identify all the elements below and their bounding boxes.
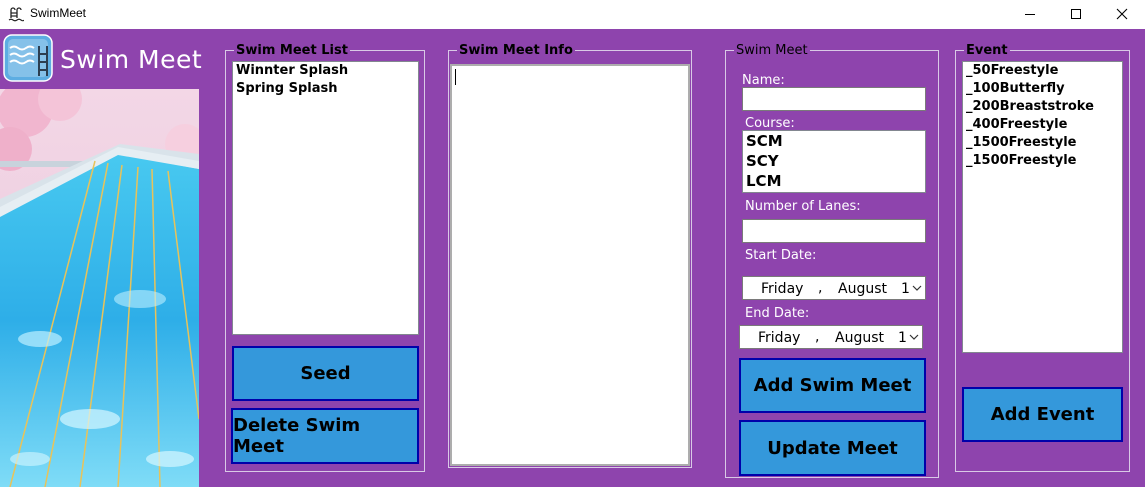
swim-meet-form-legend: Swim Meet bbox=[734, 43, 810, 58]
lanes-label: Number of Lanes: bbox=[745, 199, 861, 214]
close-button[interactable] bbox=[1099, 0, 1145, 29]
end-day: Friday bbox=[758, 330, 801, 346]
delete-swim-meet-button[interactable]: Delete Swim Meet bbox=[231, 408, 419, 464]
start-date-label: Start Date: bbox=[745, 248, 817, 263]
end-date-label: End Date: bbox=[745, 306, 810, 321]
list-item[interactable]: _400Freestyle bbox=[963, 116, 1122, 134]
course-listbox[interactable]: SCM SCY LCM bbox=[742, 130, 926, 193]
start-month: August bbox=[838, 281, 887, 297]
event-listbox[interactable]: _50Freestyle _100Butterfly _200Breaststr… bbox=[962, 61, 1123, 353]
swim-meet-listbox[interactable]: Winnter Splash Spring Splash bbox=[232, 61, 419, 335]
course-label: Course: bbox=[745, 116, 795, 131]
maximize-icon bbox=[1071, 9, 1081, 19]
app-icon bbox=[8, 7, 24, 22]
chevron-down-icon[interactable] bbox=[909, 334, 919, 341]
chevron-down-icon[interactable] bbox=[912, 285, 922, 292]
text-caret bbox=[455, 69, 456, 85]
list-item[interactable]: _100Butterfly bbox=[963, 80, 1122, 98]
name-field[interactable] bbox=[742, 87, 926, 111]
course-option-lcm[interactable]: LCM bbox=[743, 171, 925, 191]
update-meet-button[interactable]: Update Meet bbox=[739, 420, 926, 476]
lanes-field[interactable] bbox=[742, 219, 926, 243]
list-item[interactable]: _200Breaststroke bbox=[963, 98, 1122, 116]
name-label: Name: bbox=[742, 73, 785, 88]
list-item[interactable]: Winnter Splash bbox=[233, 62, 418, 80]
add-event-button[interactable]: Add Event bbox=[962, 387, 1123, 442]
event-legend: Event bbox=[964, 43, 1010, 58]
start-day: Friday bbox=[761, 281, 804, 297]
list-item[interactable]: _1500Freestyle bbox=[963, 134, 1122, 152]
swim-meet-info-textarea[interactable] bbox=[450, 64, 690, 466]
pool-logo-icon bbox=[3, 34, 53, 82]
end-month: August bbox=[835, 330, 884, 346]
swim-meet-form-group: Swim Meet bbox=[725, 43, 939, 478]
swim-meet-info-legend: Swim Meet Info bbox=[457, 43, 575, 58]
app-body: Swim Meet Swim Meet List Winnter Splash … bbox=[0, 29, 1145, 487]
course-option-scm[interactable]: SCM bbox=[743, 131, 925, 151]
swim-meet-list-legend: Swim Meet List bbox=[234, 43, 350, 58]
window-titlebar: SwimMeet bbox=[0, 0, 1145, 29]
add-swim-meet-button[interactable]: Add Swim Meet bbox=[739, 358, 926, 413]
seed-button[interactable]: Seed bbox=[232, 346, 419, 401]
end-sep: , bbox=[815, 329, 820, 345]
list-item[interactable]: _1500Freestyle bbox=[963, 152, 1122, 170]
end-date-picker[interactable]: Friday , August 1 bbox=[739, 325, 923, 349]
maximize-button[interactable] bbox=[1053, 0, 1099, 29]
minimize-button-real[interactable] bbox=[1007, 0, 1053, 29]
list-item[interactable]: _50Freestyle bbox=[963, 62, 1122, 80]
start-date-picker[interactable]: Friday , August 1 bbox=[742, 276, 926, 300]
course-option-scy[interactable]: SCY bbox=[743, 151, 925, 171]
minimize-icon bbox=[1025, 14, 1035, 15]
window-title: SwimMeet bbox=[30, 6, 87, 20]
close-icon bbox=[1116, 8, 1128, 20]
pool-illustration bbox=[0, 89, 199, 487]
start-sep: , bbox=[818, 280, 823, 296]
app-logo-text: Swim Meet bbox=[60, 45, 203, 74]
start-num: 1 bbox=[901, 281, 910, 297]
end-num: 1 bbox=[898, 330, 907, 346]
list-item[interactable]: Spring Splash bbox=[233, 80, 418, 98]
